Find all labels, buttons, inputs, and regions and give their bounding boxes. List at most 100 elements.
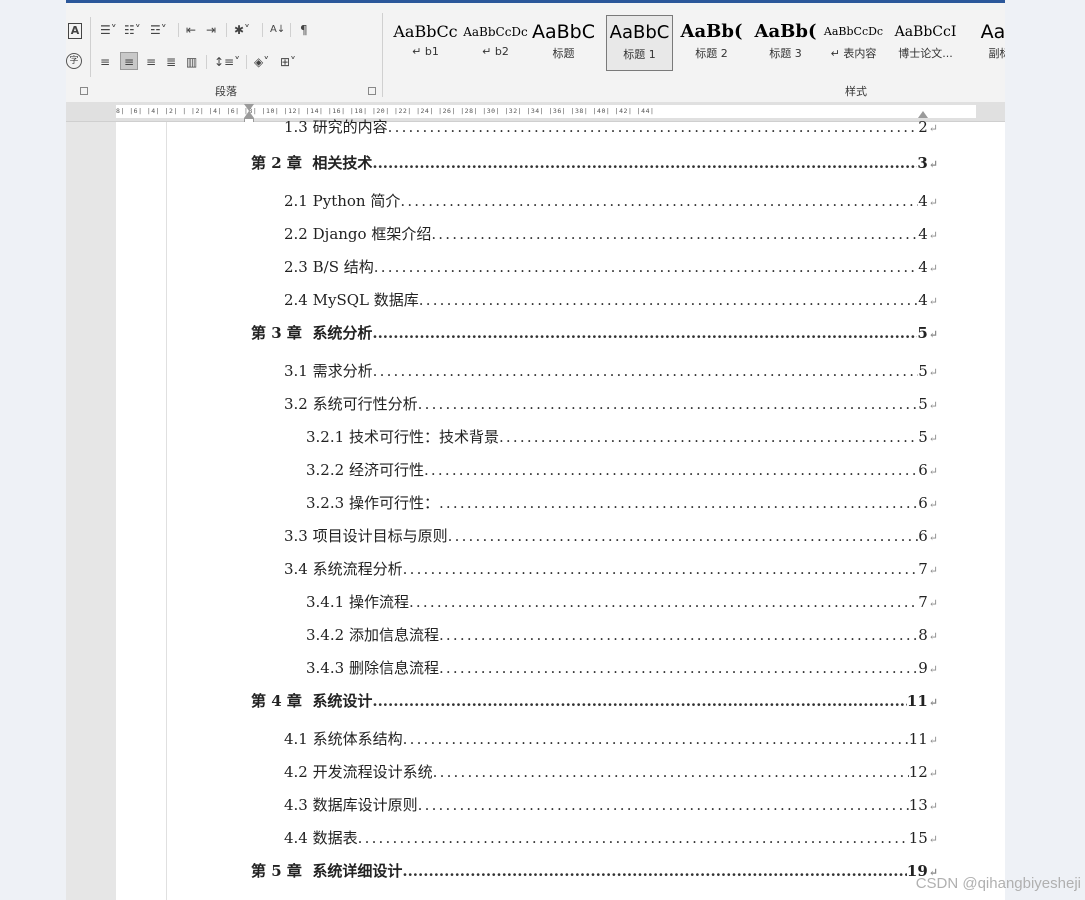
- paragraph-group-label: 段落: [215, 85, 237, 98]
- toc-section-entry[interactable]: 3.4.2 添加信息流程............................…: [116, 624, 938, 645]
- toc-entry-text: 系统体系结构: [312, 730, 403, 748]
- toc-page-number: 7: [918, 560, 928, 578]
- toc-page-number: 8: [918, 626, 928, 644]
- toc-section-entry[interactable]: 3.4.1 操作流程..............................…: [116, 591, 938, 612]
- style-tile[interactable]: AaB 副标: [966, 15, 1005, 71]
- toc-section-entry[interactable]: 4.1 系统体系结构..............................…: [116, 728, 938, 749]
- align-center-icon[interactable]: ≡: [120, 52, 138, 70]
- toc-section-entry[interactable]: 3.4.3 删除信息流程............................…: [116, 657, 938, 678]
- enclose-characters-icon[interactable]: 字: [66, 53, 82, 69]
- toc-entry-text: 系统详细设计: [312, 862, 403, 880]
- toc-page-number: 5: [918, 428, 928, 446]
- increase-indent-icon[interactable]: ⇥: [206, 22, 216, 38]
- toc-section-entry[interactable]: 2.3 B/S 结构..............................…: [116, 256, 938, 277]
- paragraph-mark-icon: ↵: [928, 734, 938, 747]
- toc-chapter-entry[interactable]: 第 2 章 相关技术..............................…: [116, 152, 938, 173]
- show-marks-icon[interactable]: ¶: [300, 22, 308, 38]
- toc-leader-dots: ........................................…: [431, 225, 918, 243]
- toc-section-entry[interactable]: 3.2.1 技术可行性：技术背景........................…: [116, 426, 938, 447]
- sort-icon[interactable]: A↓: [270, 22, 285, 38]
- toc-leader-dots: ........................................…: [402, 560, 919, 578]
- toc-section-entry[interactable]: 3.2 系统可行性分析.............................…: [116, 393, 938, 414]
- toc-entry-title: 2.3 B/S 结构: [284, 256, 374, 277]
- toc-section-entry[interactable]: 4.4 数据表.................................…: [116, 827, 938, 848]
- toc-section-entry[interactable]: 4.2 开发流程设计系统............................…: [116, 761, 938, 782]
- character-border-icon[interactable]: A: [68, 23, 82, 39]
- style-sample: AaBbCc: [393, 22, 458, 41]
- toc-leader-dots: ........................................…: [372, 154, 917, 172]
- toc-entry-number: 3.2: [284, 395, 308, 413]
- style-tile[interactable]: AaBbCc ↵ b1: [392, 15, 459, 71]
- style-tile[interactable]: AaBb(标题 3: [752, 15, 819, 71]
- toc-section-entry[interactable]: 3.2.3 操作可行性：............................…: [116, 492, 938, 513]
- paragraph-mark-icon: ↵: [928, 328, 938, 341]
- toc-chapter-entry[interactable]: 第 4 章 系统设计..............................…: [116, 690, 938, 711]
- toc-entry-number: 第 3 章: [251, 324, 302, 342]
- toc-chapter-entry[interactable]: 第 3 章 系统分析..............................…: [116, 322, 938, 343]
- toc-leader-dots: ........................................…: [417, 395, 919, 413]
- toc-entry-title: 4.4 数据表: [284, 827, 358, 848]
- paragraph-mark-icon: ↵: [928, 767, 938, 780]
- toc-leader-dots: ........................................…: [372, 324, 917, 342]
- toc-entry-number: 3.4.3: [306, 659, 345, 677]
- toc-leader-dots: ........................................…: [402, 730, 909, 748]
- paragraph-mark-icon: ↵: [928, 531, 938, 544]
- style-tile[interactable]: AaBbC 标题 1: [606, 15, 673, 71]
- paragraph-mark-icon: ↵: [928, 597, 938, 610]
- toc-section-entry[interactable]: 2.4 MySQL 数据库...........................…: [116, 289, 938, 310]
- toc-section-entry[interactable]: 3.1 需求分析................................…: [116, 360, 938, 381]
- numbering-icon[interactable]: ☷˅: [124, 22, 141, 38]
- align-right-icon[interactable]: ≡: [146, 54, 156, 70]
- align-left-icon[interactable]: ≡: [100, 54, 110, 70]
- toc-entry-text: 系统流程分析: [312, 560, 403, 578]
- paragraph-mark-icon: ↵: [928, 498, 938, 511]
- style-name: 标题 1: [623, 48, 656, 61]
- toc-entry-number: 3.1: [284, 362, 308, 380]
- toc-entry-number: 3.2.3: [306, 494, 345, 512]
- style-name: 博士论文...: [898, 47, 953, 60]
- toc-section-entry[interactable]: 3.4 系统流程分析..............................…: [116, 558, 938, 579]
- decrease-indent-icon[interactable]: ⇤: [186, 22, 196, 38]
- document-page[interactable]: 1.3 研究的内容...............................…: [116, 118, 1005, 900]
- toc-section-entry[interactable]: 4.3 数据库设计原则.............................…: [116, 794, 938, 815]
- toc-section-entry[interactable]: 2.2 Django 框架介绍.........................…: [116, 223, 938, 244]
- toc-section-entry[interactable]: 1.3 研究的内容...............................…: [116, 116, 938, 137]
- first-line-indent-marker[interactable]: [244, 104, 254, 111]
- toc-section-entry[interactable]: 3.3 项目设计目标与原则...........................…: [116, 525, 938, 546]
- toc-page-number: 15: [908, 829, 928, 847]
- justify-icon[interactable]: ≣: [166, 54, 176, 70]
- shading-icon[interactable]: ◈˅: [254, 54, 269, 70]
- toc-page-number: 11: [906, 692, 928, 710]
- distributed-icon[interactable]: ▥: [186, 54, 197, 70]
- toc-entry-title: 4.3 数据库设计原则: [284, 794, 418, 815]
- toc-page-number: 4: [918, 258, 928, 276]
- borders-icon[interactable]: ⊞˅: [280, 54, 296, 70]
- style-tile[interactable]: AaBbCcI 博士论文...: [892, 15, 959, 71]
- toc-entry-number: 第 4 章: [251, 692, 302, 710]
- toc-page-number: 5: [917, 324, 928, 342]
- toc-page-number: 6: [918, 494, 928, 512]
- style-sample: AaBb(: [680, 21, 743, 42]
- toc-section-entry[interactable]: 2.1 Python 简介...........................…: [116, 190, 938, 211]
- paragraph-mark-icon: ↵: [928, 295, 938, 308]
- toc-section-entry[interactable]: 3.2.2 经济可行性.............................…: [116, 459, 938, 480]
- font-dialog-launcher-icon[interactable]: [80, 87, 88, 95]
- line-spacing-icon[interactable]: ↕≡˅: [214, 54, 240, 70]
- toc-entry-text: Django 框架介绍: [312, 225, 432, 243]
- paragraph-dialog-launcher-icon[interactable]: [368, 87, 376, 95]
- style-tile[interactable]: AaBbC 标题: [530, 15, 597, 71]
- chinese-layout-icon[interactable]: ✱˅: [234, 22, 250, 38]
- toc-leader-dots: ........................................…: [387, 118, 919, 136]
- toc-entry-title: 第 2 章 相关技术: [251, 152, 372, 173]
- toc-entry-number: 2.4: [284, 291, 308, 309]
- bullets-icon[interactable]: ☰˅: [100, 22, 117, 38]
- style-sample: AaBbCcI: [894, 24, 957, 40]
- toc-page-number: 6: [918, 527, 928, 545]
- toc-entry-number: 3.2.1: [306, 428, 345, 446]
- multilevel-list-icon[interactable]: ☲˅: [150, 22, 167, 38]
- toc-page-number: 11: [908, 730, 928, 748]
- style-tile[interactable]: AaBbCcDc ↵ b2: [462, 15, 529, 71]
- style-tile[interactable]: AaBb(标题 2: [678, 15, 745, 71]
- style-tile[interactable]: AaBbCcDc ↵ 表内容: [820, 15, 887, 71]
- toc-chapter-entry[interactable]: 第 5 章 系统详细设计............................…: [116, 860, 938, 881]
